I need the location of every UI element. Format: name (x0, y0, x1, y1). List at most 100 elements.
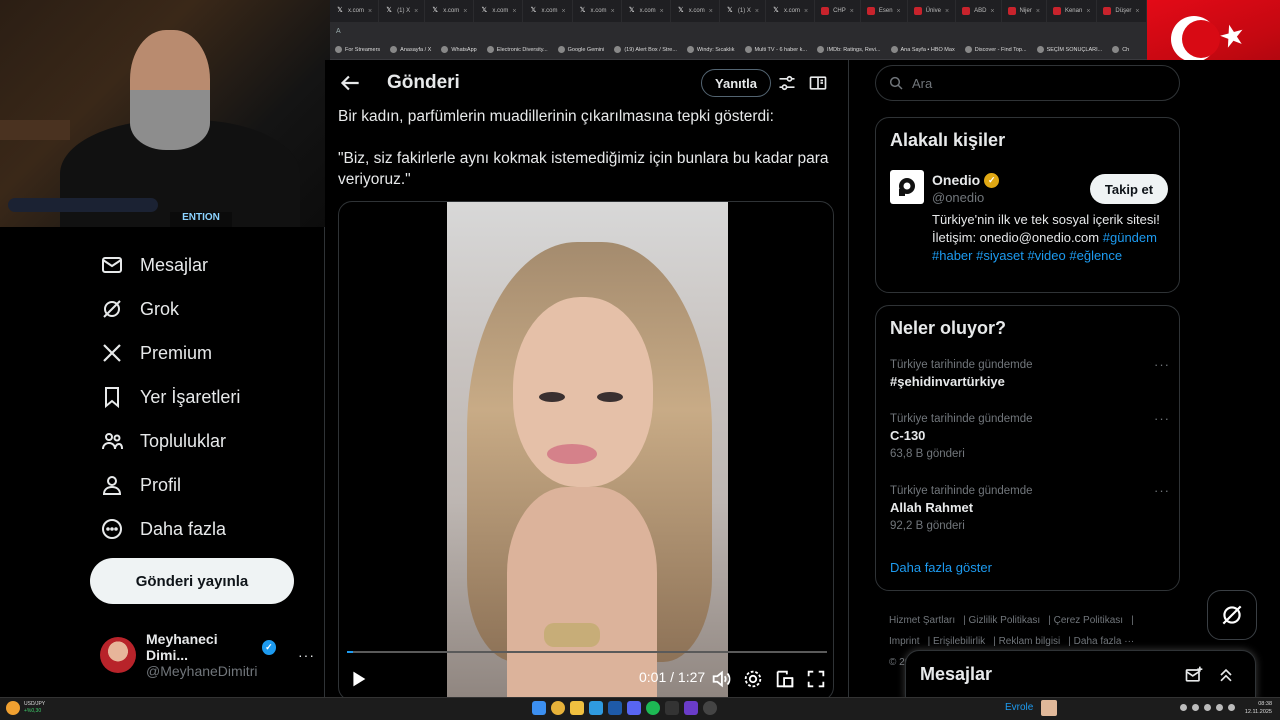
obs-icon[interactable] (684, 701, 698, 715)
post-button[interactable]: Gönderi yayınla (90, 558, 294, 604)
user-avatar-icon[interactable] (1041, 700, 1057, 716)
steam-icon[interactable] (608, 701, 622, 715)
browser-tab[interactable]: CHP × (815, 0, 861, 22)
nav-item-bookmarks[interactable]: Yer İşaretleri (100, 382, 240, 412)
follow-button[interactable]: Takip et (1090, 174, 1168, 204)
bookmark-item[interactable]: Discover - Find Top... (960, 46, 1032, 53)
browser-tab[interactable]: Kenan × (1047, 0, 1098, 22)
nav-item-communities[interactable]: Topluluklar (100, 426, 226, 456)
tab-close-icon[interactable]: × (660, 8, 664, 15)
browser-tab[interactable]: 𝕏x.com × (622, 0, 671, 22)
browser-tab[interactable]: Düşer × (1097, 0, 1147, 22)
footer-link[interactable]: Hizmet Şartları (889, 615, 955, 626)
bookmark-item[interactable]: Electronic Diversity... (482, 46, 553, 53)
tab-close-icon[interactable]: × (414, 8, 418, 15)
onedio-logo-icon[interactable] (890, 170, 924, 204)
footer-link[interactable]: Imprint (889, 636, 920, 647)
expand-up-icon[interactable] (1216, 665, 1236, 685)
start-icon[interactable] (532, 701, 546, 715)
bookmark-item[interactable]: Multi TV - 6 haber k... (740, 46, 812, 53)
bookmark-item[interactable]: Anasayfa / X (385, 46, 436, 53)
tray-battery-icon[interactable] (1228, 704, 1235, 711)
browser-tab[interactable]: 𝕏x.com × (523, 0, 573, 22)
show-more-link[interactable]: Daha fazla göster (890, 560, 992, 575)
hashtag-link[interactable]: #haber (932, 248, 972, 263)
chrome-icon[interactable] (551, 701, 565, 715)
bookmark-item[interactable]: IMDb: Ratings, Revi... (812, 46, 886, 53)
footer-link[interactable]: Gizlilik Politikası (969, 615, 1041, 626)
search-input[interactable] (912, 75, 1152, 91)
tab-close-icon[interactable]: × (368, 8, 372, 15)
browser-tab[interactable]: 𝕏x.com × (573, 0, 622, 22)
tray-chevron-icon[interactable] (1180, 704, 1187, 711)
filter-sliders-icon[interactable] (777, 73, 797, 93)
hashtag-link[interactable]: #siyaset (976, 248, 1024, 263)
picture-in-picture-icon[interactable] (774, 668, 796, 690)
nav-item-premium[interactable]: Premium (100, 338, 212, 368)
bookmark-item[interactable]: SEÇİM SONUÇLARI... (1032, 46, 1108, 53)
bookmark-item[interactable]: Ana Sayfa • HBO Max (886, 46, 960, 53)
search-box[interactable] (875, 65, 1180, 101)
bookmark-item[interactable]: For Streamers (330, 46, 385, 53)
volume-icon[interactable] (710, 668, 732, 690)
tab-close-icon[interactable]: × (945, 8, 949, 15)
tab-close-icon[interactable]: × (1086, 8, 1090, 15)
tab-close-icon[interactable]: × (512, 8, 516, 15)
back-arrow-icon[interactable] (337, 70, 363, 96)
nav-item-messages[interactable]: Mesajlar (100, 250, 208, 280)
spotify-icon[interactable] (646, 701, 660, 715)
discord-icon[interactable] (627, 701, 641, 715)
tab-close-icon[interactable]: × (709, 8, 713, 15)
fullscreen-icon[interactable] (805, 668, 827, 690)
stock-widget[interactable]: USD/JPY +%0,30 (6, 701, 45, 715)
browser-tab[interactable]: Nijer × (1002, 0, 1047, 22)
trend-item[interactable]: Türkiye tarihinde gündemde #şehidinvartü… (890, 357, 1170, 389)
tab-close-icon[interactable]: × (850, 8, 854, 15)
trend-more-icon[interactable]: ··· (1154, 411, 1170, 426)
trend-more-icon[interactable]: ··· (1154, 483, 1170, 498)
messages-drawer[interactable]: Mesajlar (905, 650, 1256, 697)
settings-gear-icon[interactable] (742, 668, 764, 690)
browser-tab[interactable]: 𝕏x.com × (330, 0, 380, 22)
tray-volume-icon[interactable] (1216, 704, 1223, 711)
nav-item-more[interactable]: Daha fazla (100, 514, 226, 544)
tab-close-icon[interactable]: × (990, 8, 994, 15)
account-more-icon[interactable]: ··· (298, 647, 315, 663)
tab-close-icon[interactable]: × (611, 8, 615, 15)
trend-more-icon[interactable]: ··· (1154, 357, 1170, 372)
epic-icon[interactable] (665, 701, 679, 715)
browser-tab[interactable]: 𝕏 (1) X × (379, 0, 426, 22)
nav-item-grok[interactable]: Grok (100, 294, 179, 324)
hashtag-link[interactable]: #eğlence (1069, 248, 1122, 263)
footer-link[interactable]: Çerez Politikası (1054, 615, 1123, 626)
new-message-icon[interactable] (1184, 665, 1204, 685)
footer-link[interactable]: Erişilebilirlik (933, 636, 985, 647)
taskbar-clock[interactable]: 08:38 12.11.2025 (1238, 700, 1272, 716)
browser-tab[interactable]: Ünive × (908, 0, 957, 22)
trend-item[interactable]: Türkiye tarihinde gündemde C-130 63,8 B … (890, 411, 1170, 460)
tab-close-icon[interactable]: × (1135, 8, 1139, 15)
related-person-name-row[interactable]: Onedio ✓ (932, 172, 1000, 188)
tray-mic-icon[interactable] (1192, 704, 1199, 711)
bookmark-item[interactable]: (19) Alert Box / Stre... (609, 46, 682, 53)
browser-tab[interactable]: Esen × (861, 0, 908, 22)
video-player[interactable]: 0:01 / 1:27 (338, 201, 834, 697)
play-icon[interactable] (347, 668, 369, 690)
browser-tab[interactable]: 𝕏x.com × (474, 0, 524, 22)
tab-close-icon[interactable]: × (463, 8, 467, 15)
trend-item[interactable]: Türkiye tarihinde gündemde Allah Rahmet … (890, 483, 1170, 532)
account-switcher[interactable]: Meyhaneci Dimi... ✓ @MeyhaneDimitri ··· (100, 631, 315, 679)
grok-fab-button[interactable] (1207, 590, 1257, 640)
reader-view-icon[interactable] (808, 73, 828, 93)
app-icon[interactable] (703, 701, 717, 715)
bookmark-item[interactable]: Google Gemini (553, 46, 610, 53)
hashtag-link[interactable]: #gündem (1103, 230, 1157, 245)
bookmark-item[interactable]: Windy: Sıcaklık (682, 46, 740, 53)
bookmark-item[interactable]: Ch (1107, 46, 1134, 53)
browser-tab[interactable]: 𝕏x.com × (766, 0, 816, 22)
tray-network-icon[interactable] (1204, 704, 1211, 711)
browser-tab[interactable]: ABD × (956, 0, 1002, 22)
folder-icon[interactable] (570, 701, 584, 715)
browser-tab[interactable]: 𝕏x.com × (671, 0, 720, 22)
browser-tab[interactable]: 𝕏x.com × (425, 0, 475, 22)
